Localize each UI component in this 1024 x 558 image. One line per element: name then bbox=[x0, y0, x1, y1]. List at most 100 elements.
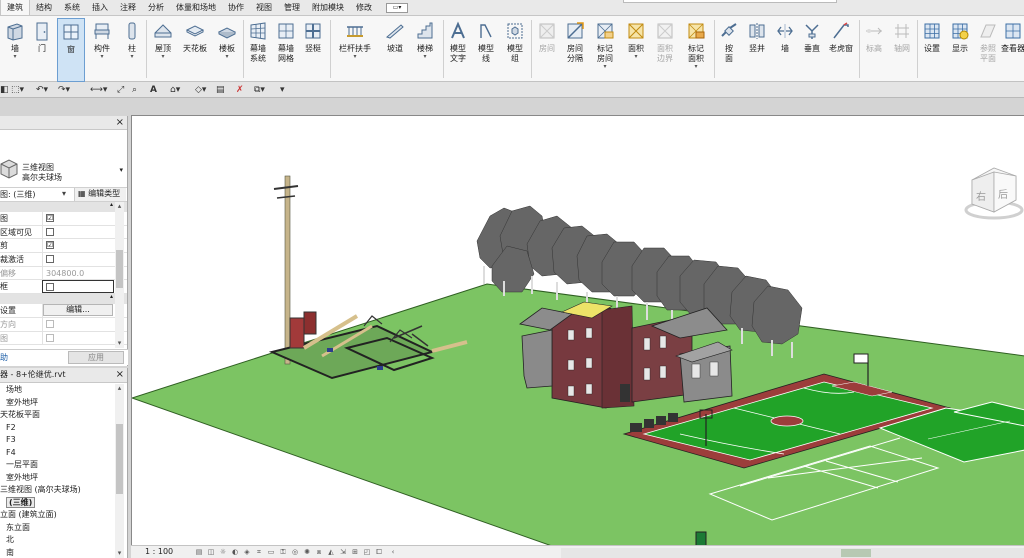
shadows-icon[interactable]: ◐ bbox=[231, 548, 239, 556]
browser-item[interactable]: 一层平面 bbox=[0, 459, 118, 472]
worksharing-display-icon[interactable]: ◰ bbox=[363, 548, 371, 556]
mullion-button[interactable]: 竖梃 bbox=[301, 18, 325, 82]
browser-item[interactable]: 室外地坪 bbox=[0, 472, 118, 485]
crop-view-icon[interactable]: ⌗ bbox=[255, 548, 263, 556]
tab-view[interactable]: 视图 bbox=[250, 1, 278, 15]
edit-type-button[interactable]: ▦ 编辑类型 bbox=[74, 188, 126, 201]
browser-item[interactable]: 北 bbox=[0, 534, 118, 547]
visual-style-icon[interactable]: ◫ bbox=[207, 548, 215, 556]
property-group-graphics[interactable]: ▴ bbox=[0, 201, 127, 212]
view-scale[interactable]: 1 : 100 bbox=[145, 547, 173, 556]
vertical-opening-button[interactable]: 垂直 bbox=[799, 18, 825, 82]
floor-button[interactable]: 楼板 ▾ bbox=[213, 18, 241, 82]
tab-structure[interactable]: 结构 bbox=[30, 1, 58, 15]
tab-manage[interactable]: 管理 bbox=[278, 1, 306, 15]
room-separator-button[interactable]: 房间 分隔 bbox=[562, 18, 588, 82]
customize-qat-icon[interactable]: ▾ bbox=[280, 85, 285, 96]
model-text-button[interactable]: 模型 文字 bbox=[446, 18, 470, 82]
curtain-system-button[interactable]: 幕墙 系统 bbox=[245, 18, 271, 82]
aligned-dimension-icon[interactable]: ⤢ bbox=[117, 85, 124, 96]
browser-item[interactable]: 场地 bbox=[0, 384, 118, 397]
railing-button[interactable]: 栏杆扶手 ▾ bbox=[336, 18, 374, 82]
ceiling-button[interactable]: 天花板 bbox=[179, 18, 211, 82]
area-button[interactable]: 面积 ▾ bbox=[622, 18, 650, 82]
property-checkbox[interactable] bbox=[46, 283, 54, 292]
close-browser-button[interactable]: × bbox=[116, 368, 124, 381]
text-icon[interactable]: A bbox=[150, 85, 157, 96]
detail-level-icon[interactable]: ▤ bbox=[195, 548, 203, 556]
thin-lines-icon[interactable]: ▤ bbox=[216, 85, 225, 96]
undo-icon[interactable]: ↶▾ bbox=[36, 85, 48, 96]
collapse-arrow-icon[interactable]: ‹ bbox=[389, 548, 397, 556]
unlock-view-icon[interactable]: ⚿ bbox=[279, 548, 287, 556]
tab-collaborate[interactable]: 协作 bbox=[222, 1, 250, 15]
close-properties-button[interactable]: × bbox=[116, 116, 124, 129]
model-group-button[interactable]: 模型组 bbox=[502, 18, 528, 82]
room-button[interactable]: 房间 bbox=[534, 18, 560, 82]
window-button[interactable]: 窗 bbox=[57, 18, 85, 82]
property-checkbox[interactable] bbox=[46, 255, 54, 264]
temporary-hide-icon[interactable]: ◎ bbox=[291, 548, 299, 556]
tab-architecture[interactable]: 建筑 bbox=[0, 0, 30, 15]
render-icon[interactable]: ◈ bbox=[243, 548, 251, 556]
browser-item[interactable]: 室外地坪 bbox=[0, 397, 118, 410]
apply-button[interactable]: 应用 bbox=[68, 351, 124, 364]
show-analytical-model-icon[interactable]: ⧠ bbox=[375, 548, 383, 556]
property-checkbox[interactable]: ☑ bbox=[46, 241, 54, 250]
sun-path-icon[interactable]: ☼ bbox=[219, 548, 227, 556]
curtain-grid-button[interactable]: 幕墙 网格 bbox=[273, 18, 299, 82]
viewer-button[interactable]: 查看器 bbox=[1001, 18, 1024, 82]
viewcube-right-face[interactable]: 右 bbox=[976, 188, 986, 203]
browser-item[interactable]: 南 bbox=[0, 547, 118, 558]
default-3d-view-icon[interactable]: ⌂▾ bbox=[170, 85, 180, 96]
properties-help-link[interactable]: 助 bbox=[0, 352, 8, 363]
match-type-icon[interactable]: ⬚▾ bbox=[11, 85, 24, 96]
tab-addins[interactable]: 附加模块 bbox=[306, 1, 350, 15]
viewcube[interactable]: 右 后 bbox=[964, 166, 1024, 226]
view-horizontal-scroll-thumb[interactable] bbox=[841, 549, 871, 557]
redo-icon[interactable]: ↷▾ bbox=[58, 85, 70, 96]
switch-windows-icon[interactable]: ⧉▾ bbox=[254, 85, 265, 96]
tab-analyze[interactable]: 分析 bbox=[142, 1, 170, 15]
instance-selector-arrow[interactable]: ▾ bbox=[62, 189, 66, 198]
browser-item[interactable]: F2 bbox=[0, 422, 118, 435]
tag-room-button[interactable]: 标记 房间 ▾ bbox=[591, 18, 619, 82]
door-button[interactable]: 门 bbox=[30, 18, 54, 82]
tab-insert[interactable]: 插入 bbox=[86, 1, 114, 15]
tab-modify[interactable]: 修改 bbox=[350, 1, 378, 15]
dormer-button[interactable]: 老虎窗 bbox=[826, 18, 856, 82]
modify-icon[interactable]: ◧ bbox=[0, 85, 9, 96]
show-crop-region-icon[interactable]: ▭ bbox=[267, 548, 275, 556]
grid-button[interactable]: 轴网 bbox=[889, 18, 915, 82]
tag-area-button[interactable]: 标记 面积 ▾ bbox=[681, 18, 711, 82]
column-button[interactable]: 柱 ▾ bbox=[120, 18, 144, 82]
temporary-properties-icon[interactable]: ⧈ bbox=[315, 548, 323, 556]
area-boundary-button[interactable]: 面积 边界 bbox=[652, 18, 678, 82]
component-button[interactable]: 构件 ▾ bbox=[88, 18, 116, 82]
edit-button[interactable]: 编辑... bbox=[43, 304, 113, 317]
level-button[interactable]: 标高 bbox=[861, 18, 887, 82]
analysis-display-icon[interactable]: ◭ bbox=[327, 548, 335, 556]
tab-systems[interactable]: 系统 bbox=[58, 1, 86, 15]
tab-massing-site[interactable]: 体量和场地 bbox=[170, 1, 222, 15]
model-line-button[interactable]: 模型线 bbox=[474, 18, 498, 82]
ref-plane-button[interactable]: 参照 平面 bbox=[975, 18, 1001, 82]
roof-button[interactable]: 屋顶 ▾ bbox=[149, 18, 177, 82]
close-hidden-windows-icon[interactable]: ✗ bbox=[236, 85, 244, 96]
measure-icon[interactable]: ⟷▾ bbox=[90, 85, 107, 96]
show-workplane-button[interactable]: 显示 bbox=[947, 18, 973, 82]
browser-item[interactable]: 东立面 bbox=[0, 522, 118, 535]
set-workplane-button[interactable]: 设置 bbox=[919, 18, 945, 82]
browser-scrollbar[interactable]: ▴ ▾ bbox=[115, 384, 124, 558]
tab-annotate[interactable]: 注释 bbox=[114, 1, 142, 15]
property-checkbox[interactable] bbox=[46, 227, 54, 236]
3d-view-canvas[interactable]: 右 后 bbox=[131, 115, 1024, 545]
highlight-displacement-icon[interactable]: ⇲ bbox=[339, 548, 347, 556]
instance-selector[interactable]: 图: (三维) ▾ ▦ 编辑类型 bbox=[0, 188, 127, 202]
type-selector[interactable]: 三维视图 高尔夫球场 ▾ bbox=[0, 130, 127, 188]
wall-opening-button[interactable]: 墙 bbox=[773, 18, 797, 82]
property-group-camera[interactable]: ▴ bbox=[0, 293, 127, 305]
wall-button[interactable]: 墙 ▾ bbox=[2, 18, 28, 82]
browser-item[interactable]: F4 bbox=[0, 447, 118, 460]
by-face-button[interactable]: 按面 bbox=[717, 18, 741, 82]
